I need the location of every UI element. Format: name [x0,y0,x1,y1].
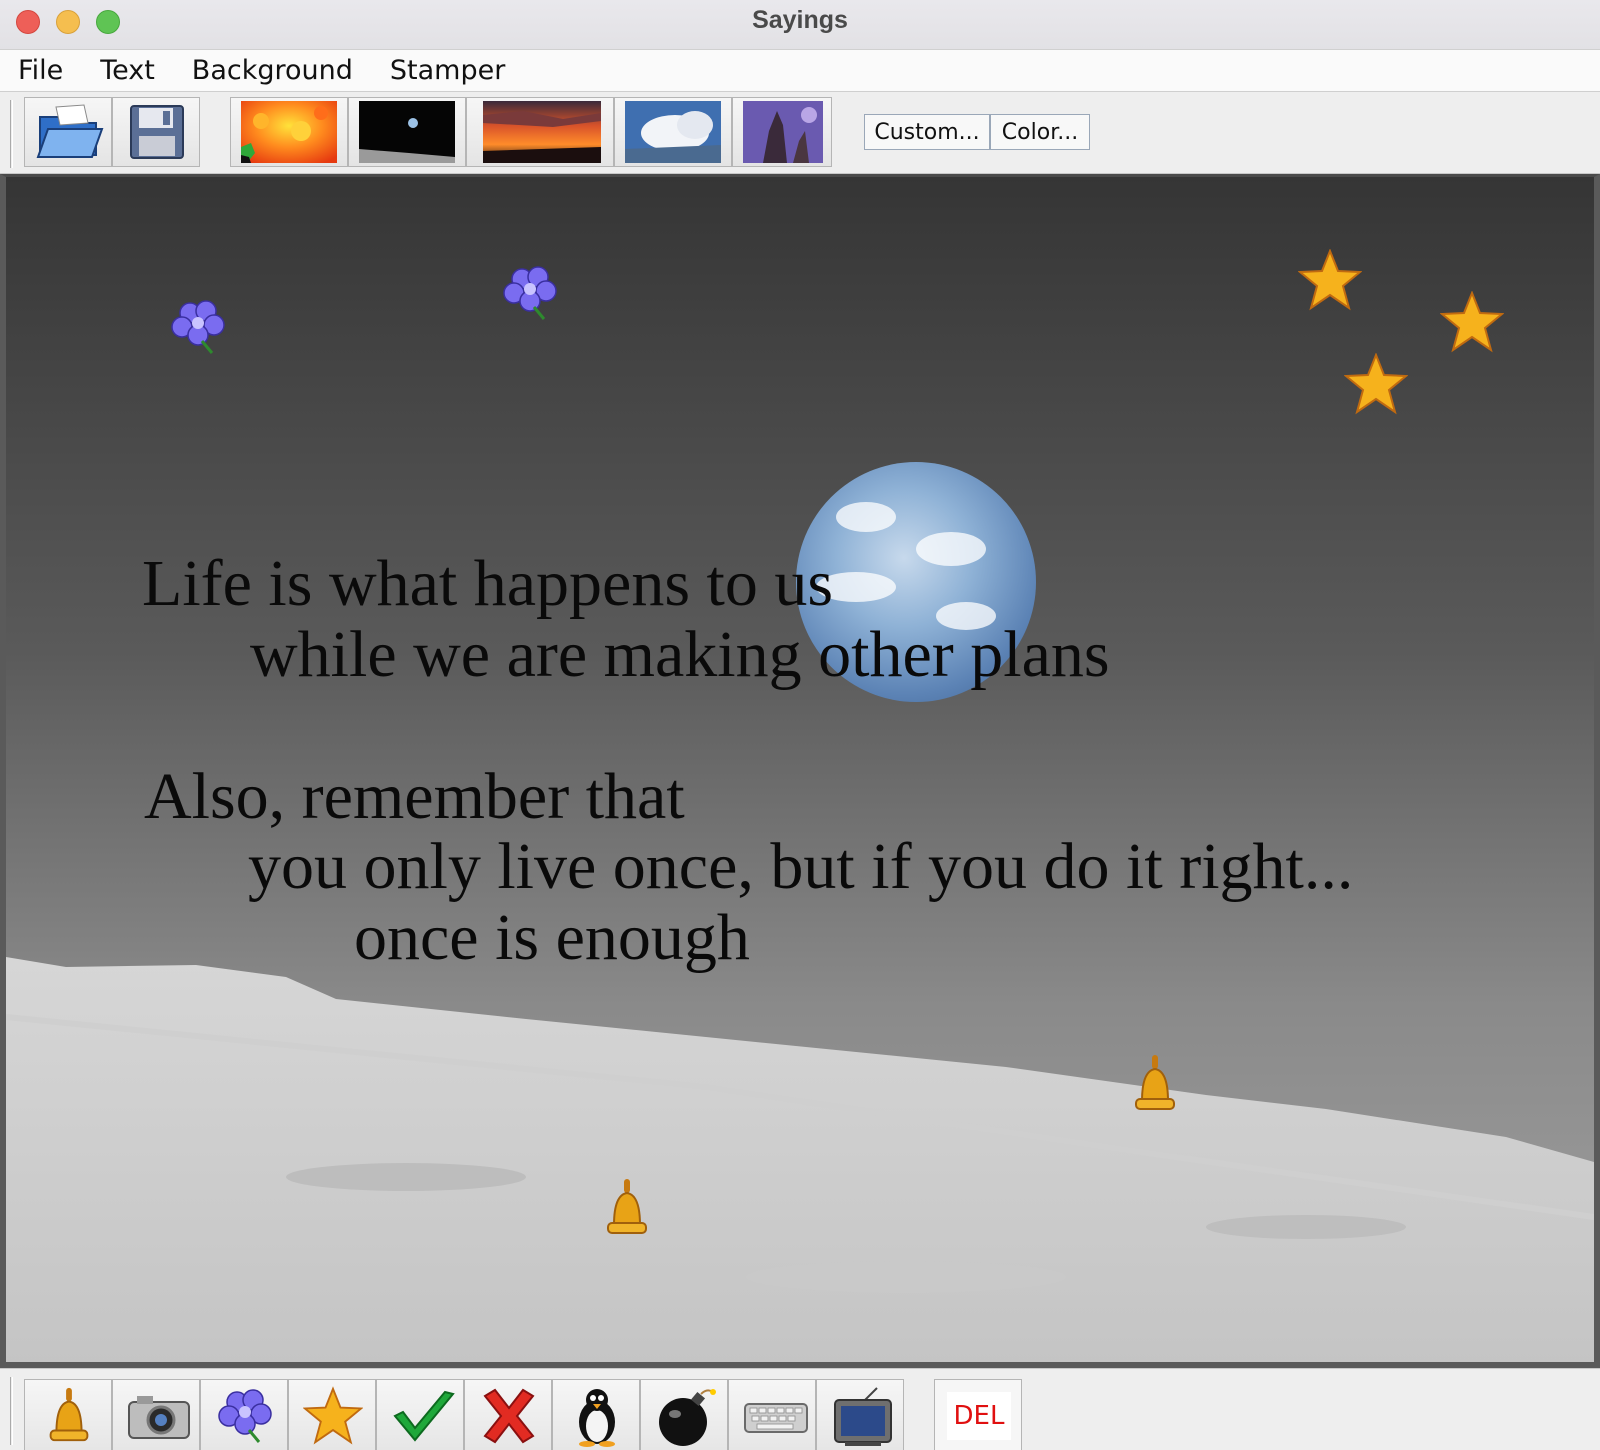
open-button[interactable] [24,97,112,167]
save-button[interactable] [112,97,200,167]
color-background-button[interactable]: Color... [990,114,1090,150]
floppy-disk-icon [130,105,184,159]
nebula-thumbnail [743,101,823,163]
title-bar: Sayings [0,0,1600,50]
menu-text[interactable]: Text [100,55,155,86]
delete-label: DEL [947,1392,1011,1440]
television-icon [834,1387,892,1446]
menu-stamper[interactable]: Stamper [390,55,505,86]
background-sunset-button[interactable] [466,97,614,167]
x-mark-icon [483,1388,535,1444]
flower-icon [218,1389,272,1443]
television-stamp-button[interactable] [816,1379,904,1450]
bell-icon [49,1387,89,1442]
stamper-toolbar: DEL [0,1368,1600,1450]
checkmark-stamp-button[interactable] [376,1379,464,1450]
saying-line-1: Life is what happens to us [142,547,834,620]
saying-line-2: while we are making other plans [250,618,1110,691]
toolbar-grip[interactable] [10,100,13,168]
saying-line-5: once is enough [354,901,750,974]
menu-bar: File Text Background Stamper [0,50,1600,92]
background-earthrise-button[interactable] [348,97,466,167]
star-stamp[interactable] [1344,353,1408,415]
open-folder-icon [36,104,104,158]
bell-stamp[interactable] [1132,1053,1178,1115]
custom-background-button[interactable]: Custom... [864,114,990,150]
star-icon [303,1386,363,1445]
window-title: Sayings [752,6,848,34]
star-stamp[interactable] [1298,249,1362,311]
background-clouds-button[interactable] [614,97,732,167]
saying-line-4: you only live once, but if you do it rig… [248,830,1354,903]
keyboard-stamp-button[interactable] [728,1379,816,1450]
sunset-thumbnail [483,101,601,163]
camera-stamp-button[interactable] [112,1379,200,1450]
penguin-stamp-button[interactable] [552,1379,640,1450]
camera-icon [128,1396,190,1439]
checkmark-icon [393,1390,455,1442]
bomb-stamp-button[interactable] [640,1379,728,1450]
fractal-thumbnail [241,101,337,163]
flower-stamp-button[interactable] [200,1379,288,1450]
bomb-icon [659,1389,716,1446]
stamper-toolbar-grip[interactable] [10,1377,13,1445]
top-toolbar: Custom... Color... [0,92,1600,174]
x-mark-stamp-button[interactable] [464,1379,552,1450]
clouds-thumbnail [625,101,721,163]
delete-stamp-button[interactable]: DEL [934,1379,1022,1450]
background-fractal-button[interactable] [230,97,348,167]
star-stamp-button[interactable] [288,1379,376,1450]
flower-stamp[interactable] [168,297,234,357]
star-stamp[interactable] [1440,291,1504,353]
saying-line-3: Also, remember that [144,760,685,833]
drawing-canvas[interactable]: Life is what happens to us while we are … [0,174,1600,1368]
keyboard-icon [744,1403,808,1433]
earthrise-thumbnail [359,101,455,163]
flower-stamp[interactable] [500,263,566,323]
bell-stamp-button[interactable] [24,1379,112,1450]
menu-background[interactable]: Background [192,55,353,86]
background-nebula-button[interactable] [732,97,832,167]
menu-file[interactable]: File [18,55,63,86]
bell-stamp[interactable] [604,1177,650,1239]
penguin-icon [579,1389,615,1447]
